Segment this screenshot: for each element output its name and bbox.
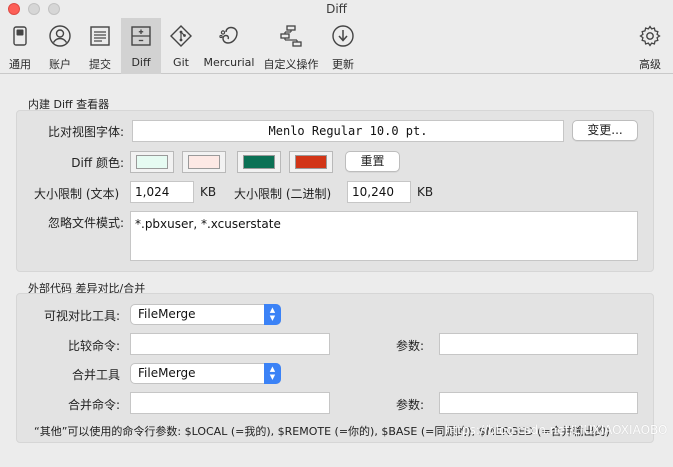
minimize-window-button[interactable] [28,3,40,15]
color-well-added-bg[interactable] [130,151,174,173]
watermark: https://blog.csdn.net/LIUXIAOXIAOBO [445,423,668,437]
user-icon [49,25,71,47]
toolbar-label: 账户 [49,58,71,71]
title-bar: Diff [0,0,673,18]
window-title: Diff [326,2,347,16]
compare-args-label: 参数: [396,339,425,353]
ignore-patterns-label: 忽略文件模式: [47,216,124,230]
reset-colors-button[interactable]: 重置 [345,151,400,172]
toolbar-item-update[interactable]: 更新 [323,18,363,74]
toolbar-label: Diff [131,56,151,69]
gear-icon [639,25,661,47]
toolbar-label: 自定义操作 [263,58,319,71]
mercurial-icon [219,26,238,44]
color-swatch [295,155,327,169]
toolbar-item-commit[interactable]: 提交 [80,18,120,74]
merge-args-label: 参数: [396,398,425,412]
chevron-up-down-icon: ▲ ▼ [264,304,281,325]
toolbar-label: 高级 [639,58,661,71]
toolbar-label: Git [173,56,189,69]
color-swatch [243,155,275,169]
toggle-switch-icon [13,26,27,46]
toolbar-label: 通用 [9,58,31,71]
font-label: 比对视图字体: [47,125,124,139]
toolbar-label: 更新 [332,58,354,71]
toolbar-item-accounts[interactable]: 账户 [40,18,80,74]
diff-colors-label: Diff 颜色: [71,156,124,170]
size-limit-binary-input[interactable]: 10,240 [347,181,411,203]
toolbar-item-git[interactable]: Git [161,18,201,74]
size-limit-binary-unit: KB [417,185,434,199]
color-well-removed-text[interactable] [289,151,333,173]
size-limit-text-label: 大小限制 (文本) [34,187,120,201]
merge-tool-label: 合并工具 [71,368,120,382]
zoom-window-button[interactable] [48,3,60,15]
compare-command-label: 比较命令: [67,339,120,353]
merge-command-input[interactable] [130,392,330,414]
toolbar-item-mercurial[interactable]: Mercurial [201,18,257,74]
color-well-removed-bg[interactable] [182,151,226,173]
preferences-toolbar: 通用 账户 提交 Diff Git Mercurial 自定义操作 更新 高级 [0,18,673,74]
chevron-up-down-icon: ▲ ▼ [264,363,281,384]
visual-diff-tool-label: 可视对比工具: [43,309,120,323]
compare-command-input[interactable] [130,333,330,355]
merge-tool-value: FileMerge [138,366,196,380]
toolbar-item-general[interactable]: 通用 [0,18,40,74]
toolbar-label: Mercurial [203,56,255,69]
color-swatch [188,155,220,169]
visual-diff-tool-select[interactable]: FileMerge ▲ ▼ [130,304,281,325]
size-limit-binary-label: 大小限制 (二进制) [234,187,332,201]
size-limit-text-input[interactable]: 1,024 [130,181,194,203]
toolbar-item-diff[interactable]: Diff [121,18,161,74]
font-display-field: Menlo Regular 10.0 pt. [132,120,564,142]
merge-args-input[interactable] [439,392,638,414]
color-swatch [136,155,168,169]
merge-command-label: 合并命令: [67,398,120,412]
git-icon [170,25,192,47]
size-limit-text-unit: KB [200,185,217,199]
change-font-button[interactable]: 变更... [572,120,638,141]
ignore-patterns-textarea[interactable]: *.pbxuser, *.xcuserstate [130,211,638,261]
download-icon [332,25,354,47]
toolbar-label: 提交 [89,58,111,71]
visual-diff-tool-value: FileMerge [138,307,196,321]
merge-tool-select[interactable]: FileMerge ▲ ▼ [130,363,281,384]
document-icon [90,26,110,46]
toolbar-item-advanced[interactable]: 高级 [630,18,670,74]
compare-args-input[interactable] [439,333,638,355]
diff-icon [131,26,151,46]
close-window-button[interactable] [8,3,20,15]
toolbar-item-custom-actions[interactable]: 自定义操作 [259,18,323,74]
color-well-added-text[interactable] [237,151,281,173]
custom-actions-icon [280,25,302,47]
